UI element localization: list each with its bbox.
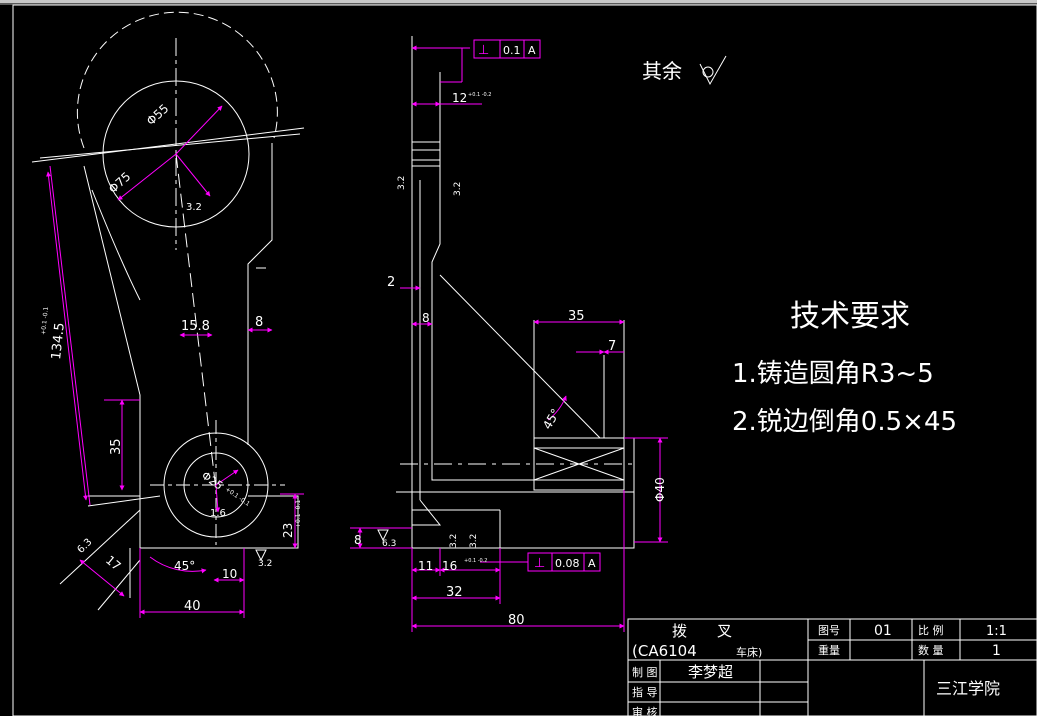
- rough-63-r: 6.3: [382, 539, 396, 549]
- dim-top-inner: Φ55: [144, 101, 172, 128]
- dim-w-15-8: 15.8: [181, 319, 210, 334]
- gdt-top-datum: A: [528, 44, 536, 57]
- dim-r-16: 1.6: [210, 508, 226, 519]
- lbl-scale: 比 例: [918, 623, 944, 637]
- surface-finish-symbol: [699, 55, 727, 86]
- dim-h-35: 35: [109, 438, 124, 455]
- val-drawing-no: 01: [874, 623, 892, 639]
- dim-w-12: 12: [452, 91, 467, 105]
- lbl-guide: 指 导: [632, 685, 658, 699]
- dim-w-10: 10: [222, 567, 237, 581]
- title-model-sub: 车床): [736, 645, 762, 659]
- gdt-top-tol: 0.1: [503, 44, 521, 57]
- rough-right-left: 3.2: [397, 176, 407, 190]
- dim-len-17: 17: [103, 553, 124, 574]
- cad-drawing[interactable]: Φ55 Φ75 3.2 134.5 +0.1 -0.1 15.8 8 35 Φ2…: [0, 0, 1037, 716]
- dim-w-80: 80: [508, 613, 525, 628]
- title-model: (CA6104: [632, 642, 697, 660]
- right-view: [396, 36, 635, 549]
- lbl-qty: 数 量: [918, 644, 944, 657]
- dim-w-32: 32: [446, 585, 463, 600]
- dim-len-main: 134.5: [49, 322, 68, 361]
- lbl-drawing-no: 图号: [818, 624, 840, 637]
- dim-len-main-tol: +0.1 -0.1: [40, 306, 50, 335]
- lbl-drawn: 制 图: [632, 666, 658, 679]
- dim-w-16-tol: +0.1 -0.2: [464, 558, 488, 564]
- gdt-bot-tol: 0.08: [555, 557, 580, 570]
- dim-rough-32: 3.2: [258, 559, 272, 569]
- rough-right-right: 3.2: [453, 182, 463, 196]
- dim-d-40: Φ40: [653, 477, 667, 502]
- tech-requirements-title: 技术要求: [790, 299, 910, 334]
- lbl-weight: 重量: [818, 643, 840, 657]
- dim-h-23-tol: +0.1 -0.1: [295, 500, 302, 528]
- gdt-bot-symbol: ⊥: [534, 556, 545, 571]
- surface-finish-note: 其余: [642, 59, 682, 83]
- tech-requirement-2: 2.锐边倒角0.5×45: [732, 407, 957, 437]
- top-bore-outer-arc: [76, 11, 278, 149]
- dim-rough-63: 6.3: [76, 537, 95, 556]
- dim-w-8: 8: [255, 315, 263, 330]
- dim-d-bottom-tol: +0.1 -0.1: [224, 486, 251, 508]
- dim-d-bottom: Φ25: [199, 469, 225, 493]
- left-view: [31, 11, 305, 611]
- dim-h-23: 23: [281, 523, 295, 538]
- gdt-bot-datum: A: [588, 557, 596, 570]
- val-scale: 1:1: [986, 624, 1007, 639]
- dim-top-outer: Φ75: [106, 169, 134, 196]
- right-dimensions: [350, 39, 668, 632]
- top-cut-line: [31, 127, 305, 163]
- tech-requirement-1: 1.铸造圆角R3~5: [732, 359, 934, 389]
- dim-w-2: 2: [387, 275, 395, 290]
- dim-h-8: 8: [354, 533, 362, 547]
- title-school: 三江学院: [936, 679, 1000, 698]
- dim-w-11: 11: [418, 559, 433, 573]
- val-drawn: 李梦超: [688, 663, 733, 681]
- dim-small-top: 3.2: [186, 202, 202, 213]
- base-outline: [88, 495, 299, 549]
- dim-w-8-r: 8: [422, 311, 430, 325]
- dim-w-16: 16: [442, 559, 457, 573]
- rough-a: 3.2: [449, 534, 459, 548]
- rough-b: 3.2: [469, 534, 479, 548]
- dim-w-35: 35: [568, 309, 585, 324]
- dim-ang-45-r: 45°: [540, 406, 563, 431]
- title-part-name: 拨 叉: [672, 622, 732, 640]
- val-qty: 1: [992, 643, 1001, 659]
- lbl-review: 审 核: [632, 705, 658, 716]
- dim-ang-45: 45°: [174, 559, 195, 573]
- dim-w-40: 40: [184, 599, 201, 614]
- dim-w-7: 7: [608, 339, 616, 354]
- dim-w-12-tol: +0.1 -0.2: [468, 92, 492, 98]
- gdt-top-symbol: ⊥: [478, 43, 489, 58]
